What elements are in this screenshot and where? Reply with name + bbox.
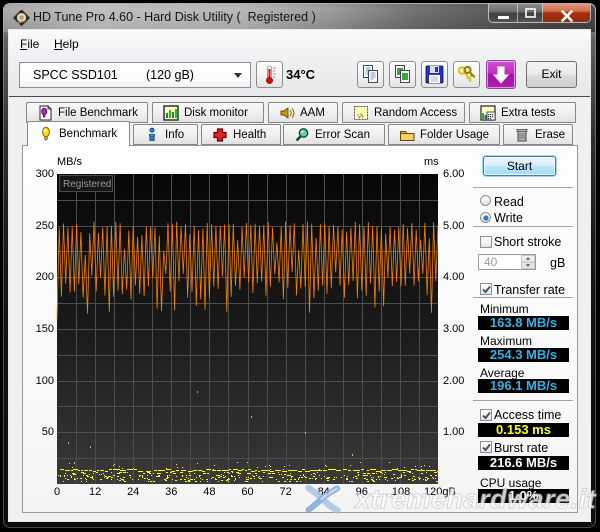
svg-text:Registered: Registered [63,179,111,190]
svg-text:40: 40 [484,255,498,269]
